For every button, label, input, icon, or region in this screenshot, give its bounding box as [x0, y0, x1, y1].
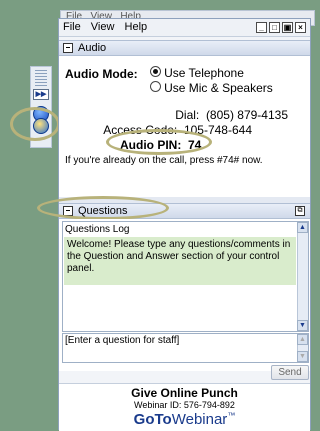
expand-icon[interactable]: ▶▶ [33, 89, 49, 100]
menu-help[interactable]: Help [121, 19, 151, 33]
audio-panel-header[interactable]: Audio [59, 40, 310, 56]
menu-bar: File View Help _ □ ▣ × [59, 19, 310, 37]
close-icon[interactable]: × [295, 22, 306, 33]
option-mic-label: Use Mic & Speakers [164, 81, 273, 95]
question-input[interactable]: [Enter a question for staff] [65, 335, 179, 346]
audio-mode-label: Audio Mode: [65, 67, 138, 81]
menu-file[interactable]: File [59, 19, 84, 33]
radio-use-telephone[interactable]: Use Telephone [150, 66, 244, 80]
gotowebinar-logo: GoToWebinar™ [133, 411, 236, 428]
highlight-oval-hand [10, 107, 60, 141]
popout-icon[interactable]: ⧉ [295, 206, 305, 216]
audio-pin-note: If you're already on the call, press #74… [65, 155, 263, 166]
dial-number: (805) 879-4135 [205, 108, 288, 122]
input-scroll-up-icon[interactable]: ▲ [297, 334, 308, 345]
menu-view[interactable]: View [87, 19, 118, 33]
input-scroll-down-icon[interactable]: ▼ [297, 351, 308, 362]
gotowebinar-control-panel: File View Help _ □ ▣ × Audio Audio Mode:… [37, 18, 311, 431]
dial-label: Dial: [175, 108, 200, 122]
radio-selected-icon[interactable] [150, 66, 161, 77]
log-scroll-up-icon[interactable]: ▲ [297, 222, 308, 233]
webinar-title: Give Online Punch [131, 386, 238, 400]
welcome-message: Welcome! Please type any questions/comme… [64, 237, 296, 285]
webinar-id: Webinar ID: 576-794-892 [134, 400, 235, 410]
grip-icon[interactable] [35, 70, 47, 86]
highlight-oval-pin [106, 129, 212, 155]
log-scroll-down-icon[interactable]: ▼ [297, 320, 308, 331]
log-scrollbar[interactable] [297, 222, 308, 331]
restore-icon[interactable]: □ [269, 22, 280, 33]
window-controls: _ □ ▣ × [256, 22, 306, 33]
maximize-icon[interactable]: ▣ [282, 22, 293, 33]
questions-log-title: Questions Log [65, 224, 130, 235]
audio-panel-title: Audio [78, 42, 107, 54]
option-telephone-label: Use Telephone [164, 66, 244, 80]
minimize-icon[interactable]: _ [256, 22, 267, 33]
send-button[interactable]: Send [271, 365, 309, 380]
collapse-audio-icon[interactable] [63, 43, 73, 53]
highlight-oval-questions [37, 196, 169, 220]
radio-unselected-icon[interactable] [150, 81, 161, 92]
radio-use-mic-speakers[interactable]: Use Mic & Speakers [150, 81, 273, 95]
dial-row: Dial: (805) 879-4135 [59, 108, 288, 122]
